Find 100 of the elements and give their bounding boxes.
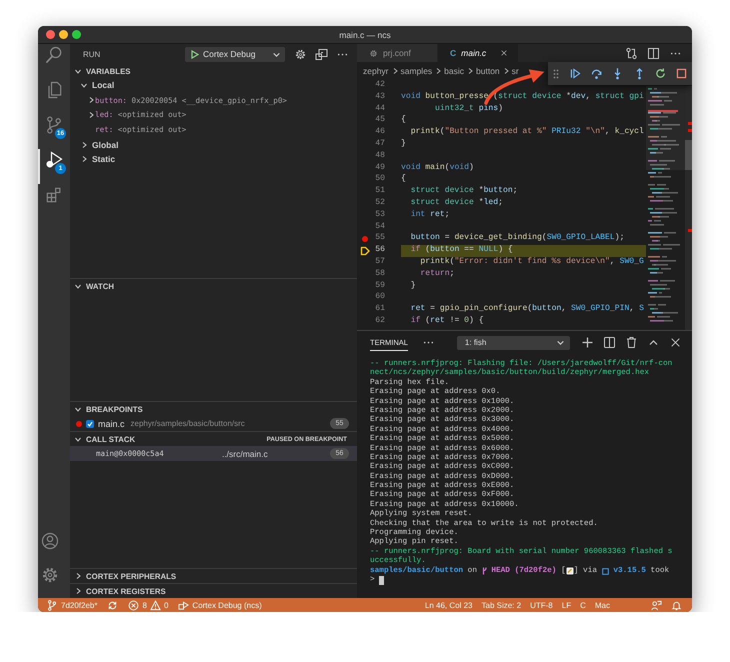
line-number: 50 xyxy=(374,174,385,186)
view-title: RUN xyxy=(83,50,100,58)
chevron-icon xyxy=(434,67,442,75)
status-item[interactable]: Ln 46, Col 23 xyxy=(424,600,472,610)
breadcrumb-item[interactable]: zephyr xyxy=(363,66,389,76)
terminal-select[interactable]: 1: fish xyxy=(456,336,570,350)
code-line: if (ret != 0) { xyxy=(410,316,485,327)
branch-icon xyxy=(47,600,58,610)
play-bug-icon xyxy=(44,150,64,170)
box-icon xyxy=(602,568,609,575)
search-icon xyxy=(44,45,64,65)
debug-launch-status[interactable]: Cortex Debug (ncs) xyxy=(178,600,262,610)
status-item[interactable]: UTF-8 xyxy=(530,600,553,610)
status-item[interactable]: Mac xyxy=(594,600,610,610)
line-number: 52 xyxy=(374,198,385,209)
breadcrumb-item[interactable]: button xyxy=(476,66,500,76)
line-number: 51 xyxy=(374,186,385,198)
branch-icon xyxy=(44,115,64,135)
window-zoom-button[interactable] xyxy=(72,30,81,39)
code-line: void button_presse (struct device *dev, struct gpi xyxy=(401,92,645,103)
feedback-icon[interactable] xyxy=(651,600,662,610)
code-line: button = device_get_binding(SW0_GPIO_LABEL); xyxy=(410,233,626,244)
breadcrumb-item[interactable]: sr xyxy=(512,66,519,76)
continue-icon[interactable] xyxy=(569,67,582,80)
chevron-icon xyxy=(466,67,474,75)
scope-label[interactable]: Local xyxy=(92,80,114,90)
plus-icon[interactable] xyxy=(581,336,594,349)
line-number: 56 xyxy=(374,245,385,256)
sync-icon[interactable] xyxy=(107,600,118,610)
gear-icon xyxy=(369,48,378,58)
chevron-icon[interactable] xyxy=(87,110,95,119)
line-number: 45 xyxy=(374,115,385,126)
note-icon xyxy=(566,567,574,576)
terminal-cursor xyxy=(379,576,384,586)
code-line: } xyxy=(401,138,407,150)
line-number: 54 xyxy=(374,222,385,233)
line-number: 46 xyxy=(374,127,385,138)
caret-icon xyxy=(556,338,565,347)
problems-status[interactable]: 8 0 xyxy=(128,600,168,610)
error-icon xyxy=(128,600,140,610)
gripper-icon[interactable] xyxy=(553,68,559,78)
line-number: 57 xyxy=(374,256,385,268)
breadcrumb-item[interactable]: samples xyxy=(400,66,432,76)
stop-icon[interactable] xyxy=(674,67,688,80)
scope-label[interactable]: Static xyxy=(92,154,116,164)
status-item[interactable]: LF xyxy=(562,600,572,610)
warning-icon xyxy=(150,600,161,610)
code-line: void main(void) xyxy=(401,162,475,174)
trash-icon[interactable] xyxy=(625,336,638,349)
line-number: 59 xyxy=(374,280,385,292)
window-title: main.c — ncs xyxy=(339,30,391,40)
chevron-icon[interactable] xyxy=(80,81,88,90)
line-number: 58 xyxy=(374,268,385,280)
status-item[interactable]: C xyxy=(580,600,586,610)
editor-tab[interactable]: C main.c xyxy=(438,44,519,62)
line-number: 42 xyxy=(374,80,385,91)
chevron-icon[interactable] xyxy=(87,96,95,104)
breakpoint-path: zephyr/samples/basic/button/src xyxy=(130,419,245,428)
code-line: struct device *button; xyxy=(410,186,519,198)
code-line: int ret; xyxy=(410,210,451,221)
chevron-icon[interactable] xyxy=(80,140,88,149)
compare-changes-icon[interactable] xyxy=(625,46,638,60)
checkmark-icon xyxy=(87,420,93,426)
line-number: 49 xyxy=(374,162,385,174)
branch-icon xyxy=(482,567,487,576)
line-number: 47 xyxy=(374,138,385,150)
code-line: uint32_t pins) xyxy=(434,104,504,115)
bell-icon[interactable] xyxy=(671,600,682,610)
code-line: printk("Error: didn't find %s device\n", SW0_G xyxy=(419,256,645,268)
checkbox[interactable] xyxy=(86,420,94,428)
settings-icon[interactable] xyxy=(294,48,307,60)
branch-status[interactable]: 7d20f2eb* xyxy=(47,600,98,610)
file-type-icon: C xyxy=(450,48,456,58)
line-number: 60 xyxy=(374,292,385,304)
status-item[interactable]: Tab Size: 2 xyxy=(482,600,522,610)
line-number: 43 xyxy=(374,92,385,103)
line-number: 44 xyxy=(374,104,385,115)
breadcrumb-item[interactable]: basic xyxy=(444,66,464,76)
line-number: 53 xyxy=(374,210,385,221)
launch-icon xyxy=(178,600,190,610)
close-icon[interactable] xyxy=(669,336,682,349)
breakpoint-dot xyxy=(76,420,82,426)
line-number: 62 xyxy=(374,316,385,327)
editor-tab[interactable]: prj.conf xyxy=(357,44,438,62)
window-close-button[interactable] xyxy=(46,30,55,39)
step-over-icon[interactable] xyxy=(590,67,604,80)
close-icon[interactable] xyxy=(500,49,508,57)
split-editor-icon[interactable] xyxy=(647,46,660,60)
split-terminal-icon[interactable] xyxy=(603,336,616,349)
launch-config-select[interactable]: Cortex Debug xyxy=(185,46,285,62)
code-line: } xyxy=(410,280,417,292)
breakpoint-file: main.c xyxy=(98,418,125,428)
restart-icon[interactable] xyxy=(654,67,667,80)
settings-icon xyxy=(40,565,60,585)
code-line: printk("Button pressed at %" PRIu32 "\n", k_cycl xyxy=(410,127,645,138)
account-icon xyxy=(40,531,60,551)
chevron-icon[interactable] xyxy=(80,155,88,164)
code-line: { xyxy=(401,115,407,126)
scope-label[interactable]: Global xyxy=(92,140,118,150)
window-minimize-button[interactable] xyxy=(59,30,68,39)
